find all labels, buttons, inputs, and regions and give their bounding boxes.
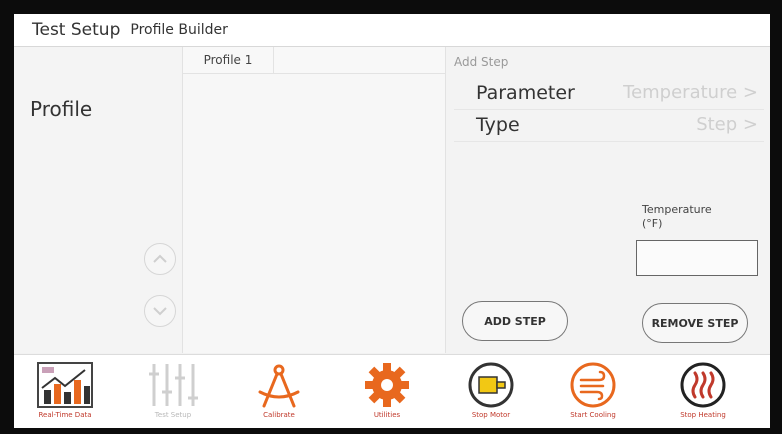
compass-icon	[258, 364, 300, 408]
motor-icon	[468, 362, 514, 408]
toolbar-label: Stop Heating	[680, 411, 726, 419]
scroll-up-button[interactable]	[144, 243, 176, 275]
remove-step-button[interactable]: REMOVE STEP	[642, 303, 748, 343]
parameter-label: Parameter	[476, 82, 575, 104]
title-bar: Test Setup Profile Builder	[14, 14, 770, 47]
type-label: Type	[476, 114, 520, 136]
toolbar-label: Calibrate	[263, 411, 295, 419]
chevron-right-icon: >	[742, 82, 758, 103]
add-step-heading: Add Step	[454, 55, 509, 69]
chevron-right-icon: >	[742, 114, 758, 135]
add-step-button[interactable]: ADD STEP	[462, 301, 568, 341]
page-title: Test Setup	[32, 20, 121, 40]
profile-name: Profile 1	[203, 53, 253, 67]
profile-list-panel: Profile	[14, 47, 183, 353]
toolbar-utilities[interactable]: Utilities	[342, 355, 432, 428]
add-step-panel: Add Step Parameter Temperature > Type St…	[446, 47, 770, 353]
chart-icon	[37, 362, 93, 408]
page-subtitle: Profile Builder	[130, 22, 228, 38]
toolbar-stop-motor[interactable]: Stop Motor	[446, 355, 536, 428]
bottom-toolbar: Real-Time Data Test Setup Calibrate Util…	[14, 354, 770, 428]
toolbar-calibrate[interactable]: Calibrate	[234, 355, 324, 428]
scroll-down-button[interactable]	[144, 295, 176, 327]
chevron-down-icon	[153, 307, 167, 316]
column-divider	[273, 47, 274, 73]
toolbar-real-time-data[interactable]: Real-Time Data	[20, 355, 110, 428]
sliders-icon	[149, 364, 198, 406]
parameter-value: Temperature >	[623, 82, 758, 103]
touch-screen: Test Setup Profile Builder Profile Profi…	[14, 14, 770, 428]
profile-column-header: Profile 1	[183, 47, 445, 74]
toolbar-stop-heating[interactable]: Stop Heating	[658, 355, 748, 428]
toolbar-start-cooling[interactable]: Start Cooling	[548, 355, 638, 428]
temperature-label: Temperature (°F)	[642, 203, 712, 230]
type-selector[interactable]: Type Step >	[454, 109, 764, 142]
toolbar-label: Utilities	[373, 411, 401, 419]
toolbar-label: Stop Motor	[471, 411, 511, 419]
toolbar-label: Start Cooling	[570, 411, 616, 419]
chevron-up-icon	[153, 254, 167, 263]
toolbar-test-setup[interactable]: Test Setup	[128, 355, 218, 428]
type-value: Step >	[696, 114, 758, 135]
temperature-input[interactable]	[636, 240, 758, 276]
cooling-icon	[570, 362, 616, 408]
parameter-selector[interactable]: Parameter Temperature >	[454, 77, 764, 110]
gear-icon	[365, 363, 409, 407]
toolbar-label: Test Setup	[154, 411, 192, 419]
toolbar-label: Real-Time Data	[38, 411, 92, 419]
heating-icon	[680, 362, 726, 408]
profile-label: Profile	[30, 97, 93, 121]
profile-steps-panel: Profile 1	[183, 47, 446, 353]
